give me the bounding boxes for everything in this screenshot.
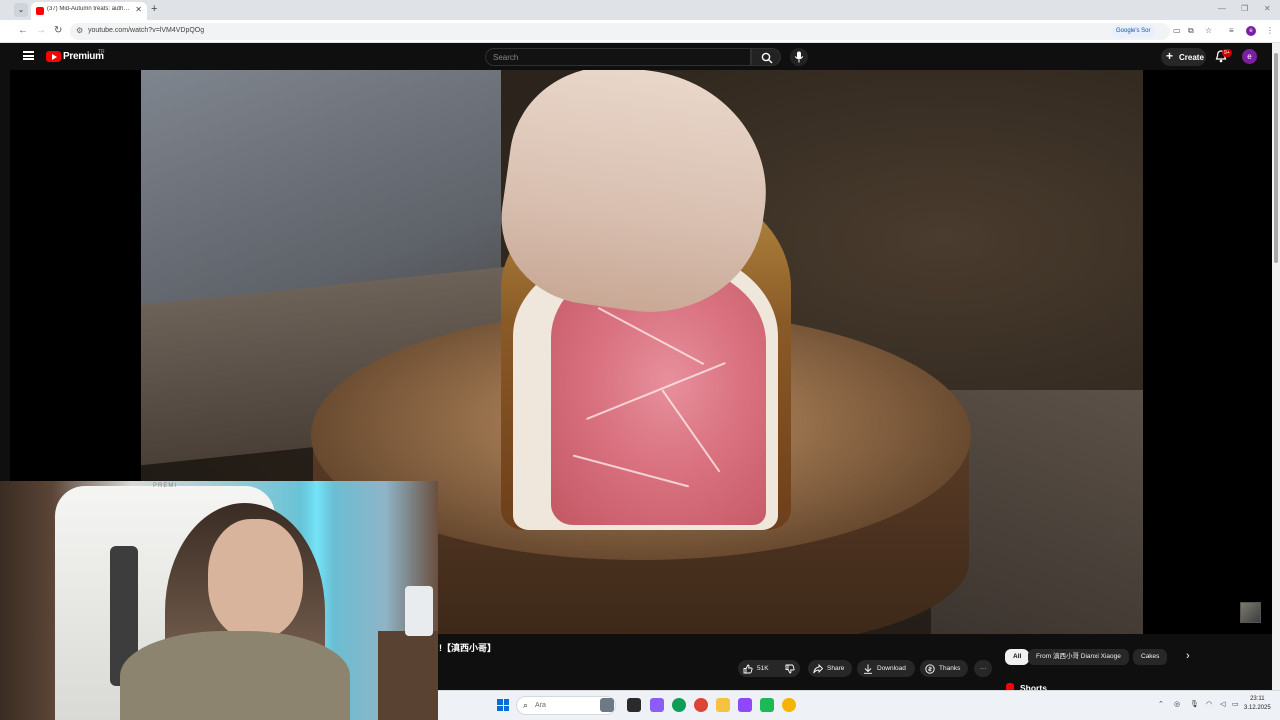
thumbs-up-icon[interactable]	[743, 664, 753, 674]
tray-battery-icon[interactable]: ▭	[1232, 700, 1239, 708]
miniplayer-thumbnail[interactable]	[1240, 602, 1261, 623]
download-label: Download	[877, 665, 906, 672]
plus-icon: +	[1166, 49, 1174, 63]
task-view-icon[interactable]	[627, 698, 641, 712]
voice-search-button[interactable]	[790, 48, 808, 66]
search-button[interactable]	[751, 48, 781, 66]
thumbs-down-icon[interactable]	[785, 664, 795, 674]
edge-browser-icon[interactable]	[672, 698, 686, 712]
url-text: youtube.com/watch?v=lVM4VDpQOg	[88, 27, 205, 34]
back-icon[interactable]: ←	[18, 25, 28, 36]
more-actions-button[interactable]: ···	[974, 660, 992, 677]
tray-wifi-icon[interactable]: ◠	[1206, 700, 1212, 708]
webcam-overlay: PREMI	[0, 481, 438, 720]
webcam-person-sweater	[120, 631, 350, 720]
tray-speaker-icon[interactable]: ◁	[1220, 700, 1225, 708]
search-placeholder: Search	[493, 53, 519, 62]
windows-start-icon[interactable]	[497, 699, 509, 711]
reload-icon[interactable]: ↻	[54, 25, 62, 36]
search-input[interactable]: Search	[485, 48, 751, 66]
download-icon	[864, 664, 872, 674]
notification-badge: 9+	[1222, 49, 1232, 57]
forward-icon[interactable]: →	[36, 25, 46, 36]
chrome-browser-icon[interactable]	[694, 698, 708, 712]
app-icon[interactable]	[650, 698, 664, 712]
window-close-icon[interactable]: ✕	[1264, 4, 1271, 13]
youtube-favicon-icon	[36, 7, 44, 15]
taskbar-time: 23:11	[1250, 696, 1265, 702]
tray-app-icon[interactable]: ◎	[1174, 700, 1180, 708]
share-icon	[813, 664, 823, 674]
browser-profile-avatar[interactable]: e	[1246, 26, 1256, 36]
maximize-icon[interactable]: ❐	[1241, 4, 1248, 13]
taskbar-search-placeholder: Ara	[535, 702, 546, 709]
thanks-label: Thanks	[939, 665, 961, 672]
chrome-profile-icon[interactable]	[782, 698, 796, 712]
cast-icon[interactable]: ▭	[1173, 26, 1181, 35]
mic-icon	[794, 51, 804, 63]
page-scrollbar[interactable]	[1272, 43, 1280, 690]
webcam-shelf	[378, 631, 438, 720]
like-count: 51K	[757, 665, 769, 672]
tray-chevron-icon[interactable]: ⌃	[1158, 700, 1164, 708]
search-icon	[761, 52, 773, 64]
site-info-icon[interactable]: ⚙	[76, 26, 83, 35]
create-button[interactable]: + Create	[1161, 48, 1206, 66]
translate-icon[interactable]: ⧉	[1188, 26, 1194, 36]
new-tab-icon[interactable]: +	[151, 3, 157, 15]
taskbar-clock[interactable]: 23:11 3.12.2025	[1244, 695, 1271, 713]
tab-close-icon[interactable]: ✕	[135, 5, 142, 14]
chip-from-channel[interactable]: From 滇西小哥 Dianxi Xiaoge	[1028, 649, 1129, 665]
hamburger-icon[interactable]	[23, 51, 34, 60]
bookmark-star-icon[interactable]: ☆	[1205, 26, 1212, 35]
taskbar-search-icon: ⌕	[523, 700, 529, 710]
like-dislike-button[interactable]: 51K	[738, 660, 800, 677]
scrollbar-thumb[interactable]	[1274, 53, 1278, 263]
chip-next-chevron-icon[interactable]: ›	[1186, 650, 1190, 662]
chip-all[interactable]: All	[1005, 649, 1030, 665]
browser-tab-active[interactable]: (37) Mid-Autumn treats: auth… ✕	[31, 2, 147, 20]
more-icon: ···	[979, 665, 987, 672]
video-title: !【滇西小哥】	[439, 643, 496, 653]
app-icon-green[interactable]	[760, 698, 774, 712]
twitch-app-icon[interactable]	[738, 698, 752, 712]
tab-title: (37) Mid-Autumn treats: auth…	[47, 6, 130, 12]
browser-menu-icon[interactable]: ⋮	[1266, 26, 1274, 35]
share-button[interactable]: Share	[808, 660, 852, 677]
region-code: TR	[98, 49, 105, 55]
youtube-header: Premium TR Search + Create 9+ e	[0, 43, 1272, 70]
webcam-person-face	[208, 519, 303, 639]
thanks-icon	[925, 664, 935, 674]
tray-mic-icon[interactable]: 🎙	[1190, 700, 1199, 708]
address-bar[interactable]: ⚙ youtube.com/watch?v=lVM4VDpQOg	[70, 23, 1170, 40]
browser-toolbar: ← → ↻ ⚙ youtube.com/watch?v=lVM4VDpQOg	[0, 20, 1280, 43]
widgets-app-icon[interactable]	[600, 698, 614, 712]
minimize-icon[interactable]: —	[1218, 4, 1226, 13]
youtube-logo-icon[interactable]	[46, 51, 61, 62]
thanks-button[interactable]: Thanks	[920, 660, 968, 677]
chip-cakes[interactable]: Cakes	[1133, 649, 1168, 665]
download-button[interactable]: Download	[857, 660, 915, 677]
tab-search-menu-icon[interactable]: ⌄	[14, 3, 28, 17]
share-label: Share	[827, 665, 845, 672]
google-search-chip[interactable]: Google's Sor	[1112, 25, 1155, 38]
create-label: Create	[1179, 53, 1204, 62]
avatar[interactable]: e	[1242, 49, 1257, 64]
file-explorer-icon[interactable]	[716, 698, 730, 712]
extensions-icon[interactable]: ≡	[1229, 26, 1234, 35]
taskbar-date: 3.12.2025	[1244, 705, 1271, 711]
webcam-chair-logo: PREMI	[153, 483, 178, 489]
windows-taskbar: ⌕ Ara ⌃ ◎ 🎙 ◠ ◁ ▭ 23:11 3.12.2025	[438, 690, 1280, 720]
browser-tabstrip: ⌄ (37) Mid-Autumn treats: auth… ✕ + — ❐ …	[0, 0, 1280, 20]
webcam-shelf-object	[405, 586, 433, 636]
